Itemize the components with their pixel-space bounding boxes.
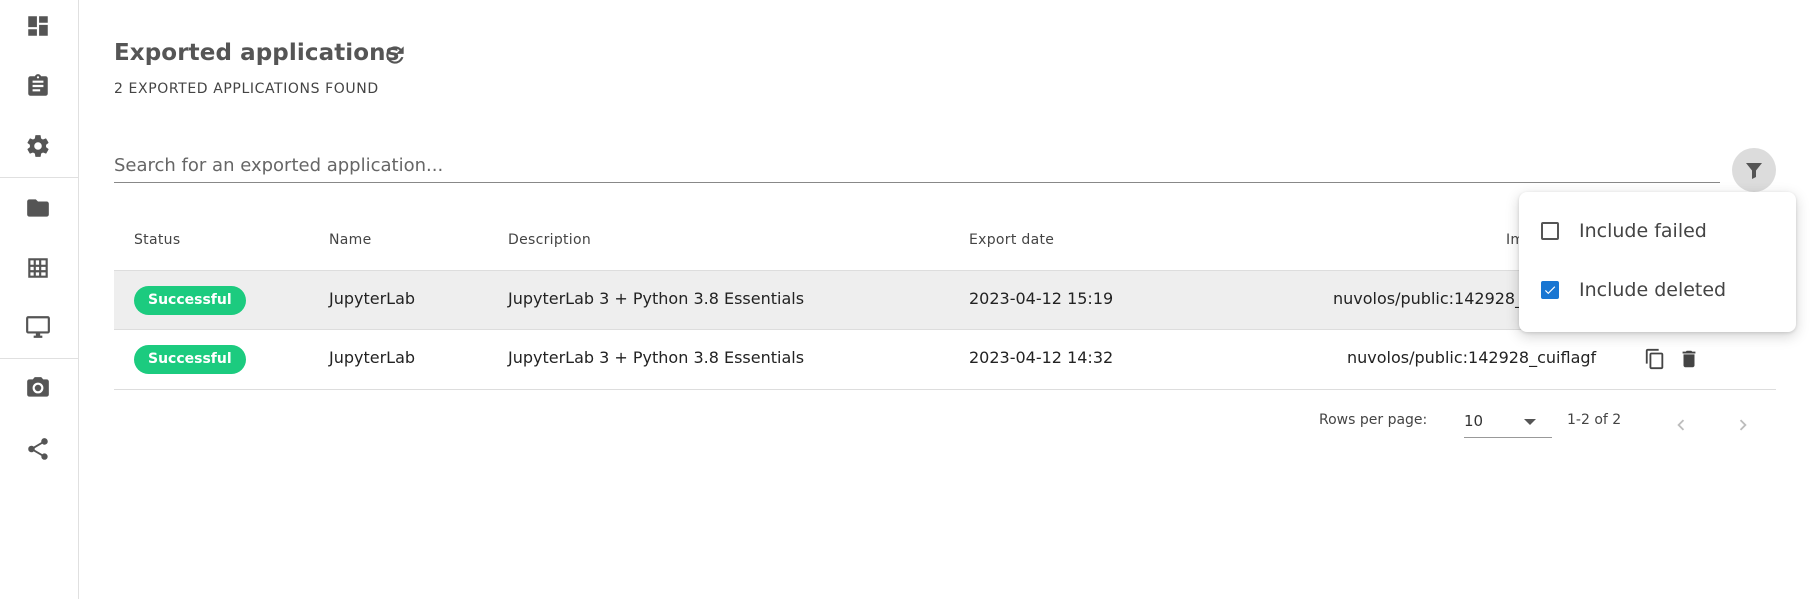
next-page-button[interactable] bbox=[1732, 414, 1754, 436]
results-count: 2 EXPORTED APPLICATIONS FOUND bbox=[114, 81, 379, 97]
page-title: Exported applications bbox=[114, 40, 400, 66]
status-badge: Successful bbox=[134, 345, 246, 374]
copy-icon[interactable] bbox=[1644, 348, 1666, 370]
pagination-range: 1-2 of 2 bbox=[1567, 412, 1622, 428]
dashboard-icon[interactable] bbox=[25, 13, 51, 39]
app-description: JupyterLab 3 + Python 3.8 Essentials bbox=[508, 289, 805, 308]
chevron-left-icon bbox=[1677, 419, 1685, 431]
export-date: 2023-04-12 14:32 bbox=[969, 348, 1114, 367]
column-header-status[interactable]: Status bbox=[134, 232, 180, 248]
image-name: nuvolos/public:142928_ bbox=[1333, 289, 1524, 308]
image-name: nuvolos/public:142928_cuiflagf bbox=[1347, 348, 1597, 367]
checkbox-checked-icon[interactable] bbox=[1541, 281, 1559, 299]
filter-option-label: Include failed bbox=[1579, 220, 1707, 242]
chevron-right-icon bbox=[1739, 419, 1747, 431]
filter-button[interactable] bbox=[1732, 148, 1776, 192]
gear-icon[interactable] bbox=[25, 133, 51, 159]
sidebar bbox=[0, 0, 79, 599]
folder-icon[interactable] bbox=[25, 195, 51, 221]
app-description: JupyterLab 3 + Python 3.8 Essentials bbox=[508, 348, 805, 367]
previous-page-button[interactable] bbox=[1670, 414, 1692, 436]
filter-option-include-deleted[interactable]: Include deleted bbox=[1541, 275, 1726, 305]
column-header-name[interactable]: Name bbox=[329, 232, 372, 248]
filter-option-label: Include deleted bbox=[1579, 279, 1727, 301]
rows-per-page-select[interactable]: 10 bbox=[1464, 405, 1552, 438]
delete-icon[interactable] bbox=[1678, 348, 1700, 370]
clipboard-icon[interactable] bbox=[25, 73, 51, 99]
refresh-icon[interactable] bbox=[382, 42, 408, 68]
table-grid-icon[interactable] bbox=[25, 255, 51, 281]
app-name: JupyterLab bbox=[329, 289, 416, 308]
filter-option-include-failed[interactable]: Include failed bbox=[1541, 216, 1707, 246]
column-header-export-date[interactable]: Export date bbox=[969, 232, 1054, 248]
column-header-description[interactable]: Description bbox=[508, 232, 591, 248]
rows-per-page-label: Rows per page: bbox=[1319, 412, 1428, 428]
sidebar-divider bbox=[0, 358, 78, 359]
checkbox-unchecked-icon[interactable] bbox=[1541, 222, 1559, 240]
status-badge: Successful bbox=[134, 286, 246, 315]
rows-per-page-value: 10 bbox=[1464, 412, 1484, 430]
app-name: JupyterLab bbox=[329, 348, 416, 367]
caret-down-icon bbox=[1524, 419, 1536, 425]
share-icon[interactable] bbox=[25, 436, 51, 462]
filter-icon bbox=[1746, 163, 1762, 179]
filter-menu: Include failed Include deleted bbox=[1519, 192, 1796, 332]
table-row[interactable]: Successful JupyterLab JupyterLab 3 + Pyt… bbox=[114, 329, 1776, 390]
monitor-icon[interactable] bbox=[25, 314, 51, 340]
export-date: 2023-04-12 15:19 bbox=[969, 289, 1114, 308]
sidebar-divider bbox=[0, 177, 78, 178]
search-input[interactable] bbox=[114, 148, 1720, 183]
camera-icon[interactable] bbox=[25, 375, 51, 401]
